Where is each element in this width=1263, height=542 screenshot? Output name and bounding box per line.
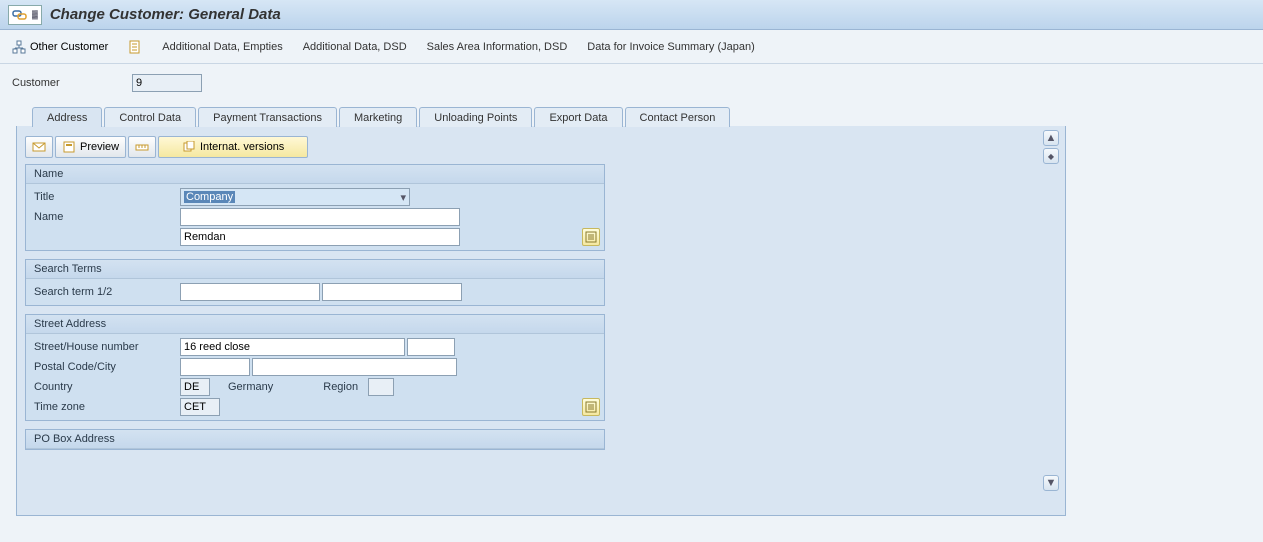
postal-label: Postal Code/City [30, 361, 180, 373]
title-select-value: Company [184, 191, 235, 203]
document-icon [128, 40, 142, 54]
street-label: Street/House number [30, 341, 180, 353]
customer-field-row: Customer [12, 74, 1255, 92]
name-input[interactable] [180, 208, 460, 226]
title-icon-box[interactable]: ▓ [8, 5, 42, 25]
group-search-terms: Search Terms Search term 1/2 [25, 259, 605, 306]
scroll-down-button[interactable]: ▼ [1043, 475, 1059, 491]
diamond-icon: ◆ [1048, 152, 1054, 161]
expand-name-button[interactable] [582, 228, 600, 246]
search-term1-input[interactable] [180, 283, 320, 301]
customer-input[interactable] [132, 74, 202, 92]
tool1-button[interactable] [128, 136, 156, 158]
sales-area-dsd-link[interactable]: Sales Area Information, DSD [423, 39, 572, 55]
invoice-summary-japan-link[interactable]: Data for Invoice Summary (Japan) [583, 39, 759, 55]
additional-data-dsd-link[interactable]: Additional Data, DSD [299, 39, 411, 55]
other-customer-button[interactable]: Other Customer [8, 38, 112, 56]
group-name-title: Name [26, 165, 604, 184]
tab-payment-transactions[interactable]: Payment Transactions [198, 107, 337, 127]
region-input[interactable] [368, 378, 394, 396]
group-name: Name Title Company ▾ Name [25, 164, 605, 251]
tab-marketing[interactable]: Marketing [339, 107, 417, 127]
title-label: Title [30, 191, 180, 203]
link-chain-icon [12, 8, 30, 22]
ruler-icon [135, 141, 149, 153]
region-label: Region [323, 381, 358, 393]
group-street-title: Street Address [26, 315, 604, 334]
tz-input[interactable] [180, 398, 220, 416]
preview-label: Preview [80, 141, 119, 153]
expand-icon [585, 231, 597, 243]
expand-street-button[interactable] [582, 398, 600, 416]
address-inner-toolbar: Preview Internat. versions [25, 136, 605, 158]
document-button[interactable] [124, 38, 146, 56]
group-pobox-title: PO Box Address [26, 430, 604, 449]
group-pobox: PO Box Address [25, 429, 605, 450]
group-search-title: Search Terms [26, 260, 604, 279]
chevron-down-icon: ▾ [400, 191, 406, 204]
house-number-input[interactable] [407, 338, 455, 356]
triangle-down-icon: ▼ [1046, 477, 1057, 489]
street-input[interactable] [180, 338, 405, 356]
search-term-label: Search term 1/2 [30, 286, 180, 298]
expand-icon [585, 401, 597, 413]
tab-address[interactable]: Address [32, 107, 102, 127]
group-street-address: Street Address Street/House number Posta… [25, 314, 605, 421]
name-label: Name [30, 211, 180, 223]
country-name-text: Germany [228, 381, 273, 393]
country-code-input[interactable] [180, 378, 210, 396]
country-label: Country [30, 381, 180, 393]
copy-icon [182, 141, 196, 153]
additional-data-empties-link[interactable]: Additional Data, Empties [158, 39, 286, 55]
scroll-column: ▲ ◆ ▼ [1043, 126, 1061, 515]
tab-unloading-points[interactable]: Unloading Points [419, 107, 532, 127]
postal-code-input[interactable] [180, 358, 250, 376]
tz-label: Time zone [30, 401, 180, 413]
other-customer-label: Other Customer [30, 41, 108, 53]
app-toolbar: Other Customer Additional Data, Empties … [0, 30, 1263, 64]
tab-control-data[interactable]: Control Data [104, 107, 196, 127]
tab-strip: Address Control Data Payment Transaction… [32, 106, 1255, 126]
tab-contact-person[interactable]: Contact Person [625, 107, 731, 127]
envelope-icon [32, 141, 46, 153]
tab-container: Preview Internat. versions Name Title Co… [16, 126, 1066, 516]
hierarchy-icon [12, 40, 26, 54]
customer-label: Customer [12, 77, 132, 89]
print-preview-icon [62, 141, 76, 153]
dropdown-caret-icon: ▓ [32, 10, 38, 19]
name2-input[interactable] [180, 228, 460, 246]
page-title: Change Customer: General Data [50, 6, 281, 23]
title-select[interactable]: Company ▾ [180, 188, 410, 206]
internat-label: Internat. versions [200, 141, 284, 153]
scroll-marker-button[interactable]: ◆ [1043, 148, 1059, 164]
city-input[interactable] [252, 358, 457, 376]
preview-button[interactable]: Preview [55, 136, 126, 158]
search-term2-input[interactable] [322, 283, 462, 301]
tab-export-data[interactable]: Export Data [534, 107, 622, 127]
internat-versions-button[interactable]: Internat. versions [158, 136, 308, 158]
content-area: Customer Address Control Data Payment Tr… [0, 64, 1263, 542]
envelope-button[interactable] [25, 136, 53, 158]
tab-body: Preview Internat. versions Name Title Co… [17, 126, 1065, 515]
triangle-up-icon: ▲ [1046, 132, 1057, 144]
title-bar: ▓ Change Customer: General Data [0, 0, 1263, 30]
scroll-up-button[interactable]: ▲ [1043, 130, 1059, 146]
